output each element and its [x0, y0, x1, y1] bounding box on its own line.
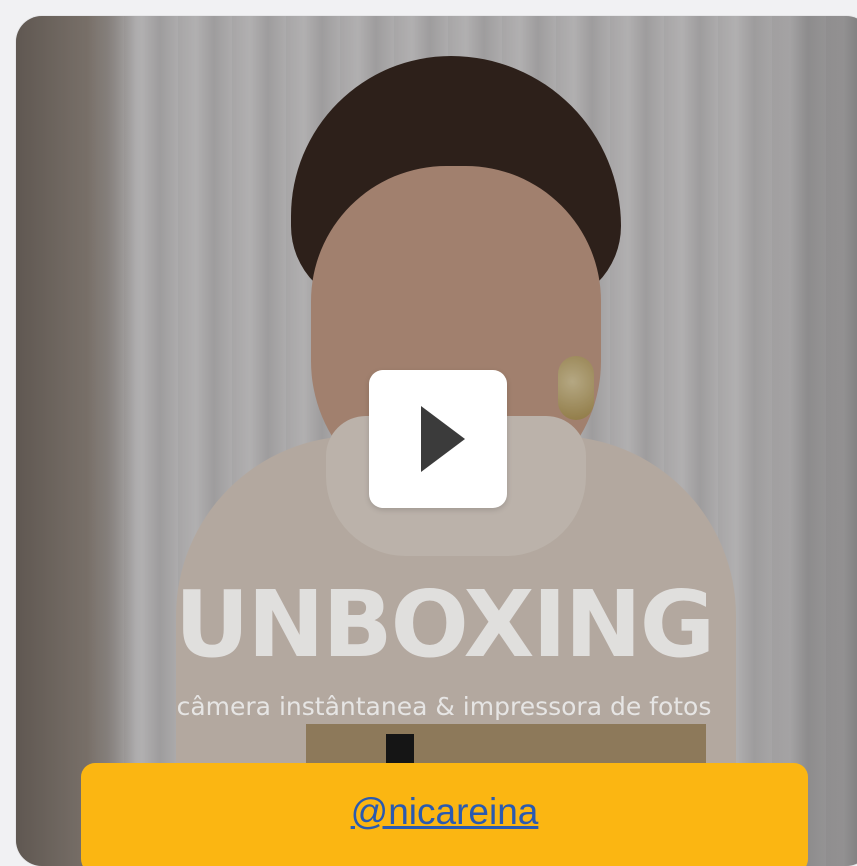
play-icon: [421, 406, 465, 472]
video-subline: câmera instântanea & impressora de fotos: [176, 692, 712, 721]
video-headline: UNBOXING: [174, 571, 715, 678]
video-card[interactable]: UNBOXING câmera instântanea & impressora…: [16, 16, 857, 866]
creator-handle-link[interactable]: @nicareina: [351, 791, 539, 866]
creator-handle-bar: @nicareina: [81, 763, 808, 866]
play-button[interactable]: [369, 370, 507, 508]
